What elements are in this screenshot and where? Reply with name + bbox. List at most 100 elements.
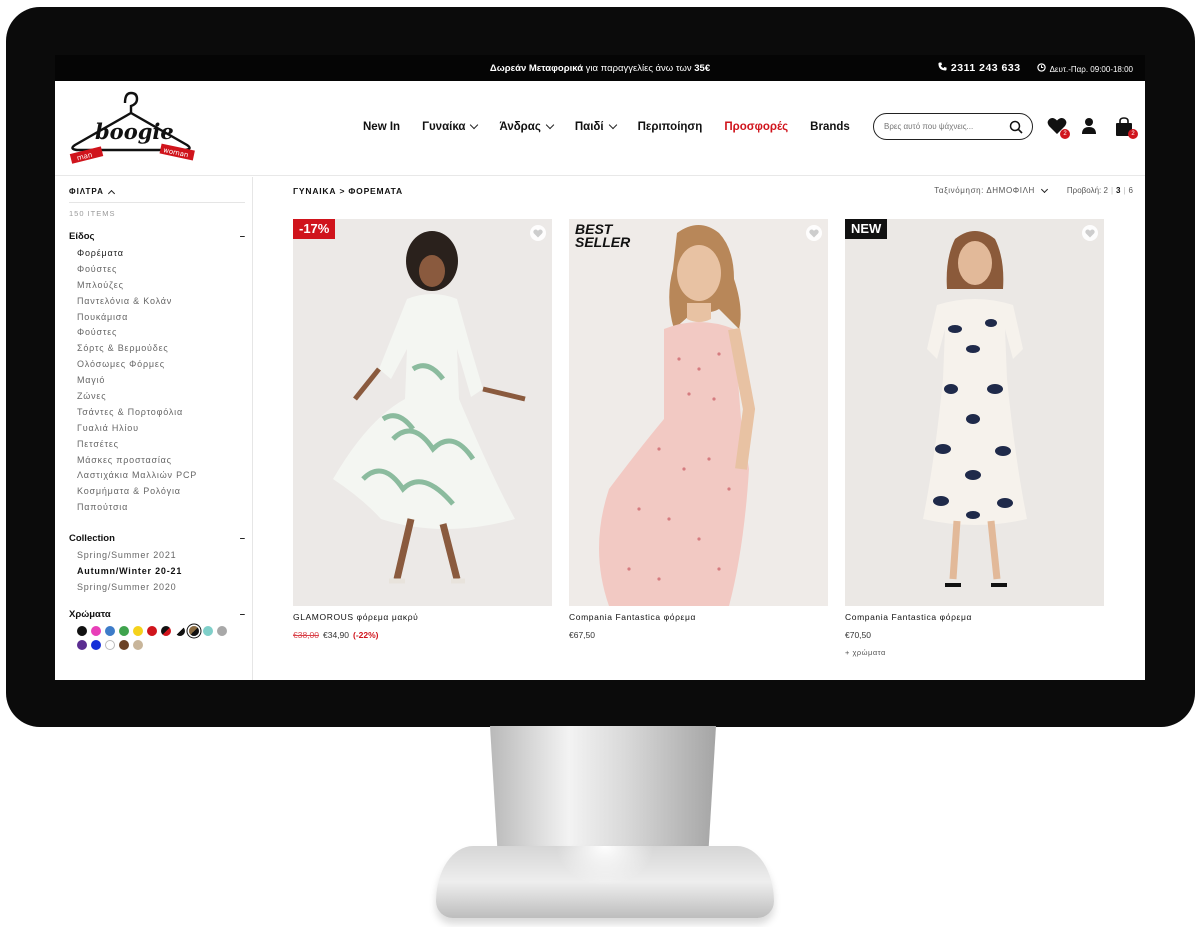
site-header: boogie man woman New In Γυναίκα Άνδρας Π… [55,81,1145,176]
filter-option[interactable]: Παπούτσια [77,502,252,518]
nav-label: Γυναίκα [422,121,466,133]
color-swatch[interactable] [105,625,115,636]
filter-option[interactable]: Μπλούζες [77,280,252,296]
filter-option[interactable]: Σόρτς & Βερμούδες [77,343,252,359]
wishlist-button[interactable]: 2 [1047,117,1070,139]
filter-option[interactable]: Φούστες [77,327,252,343]
color-swatch[interactable] [189,625,199,636]
divider [69,202,245,203]
add-to-wishlist-heart-icon[interactable] [530,225,546,241]
search-icon[interactable] [1009,120,1023,134]
product-price: €67,50 [569,630,828,640]
view-option-3[interactable]: 3 [1116,186,1120,195]
product-image[interactable]: BEST SELLER [569,219,828,606]
filter-option[interactable]: Ολόσωμες Φόρμες [77,359,252,375]
nav-item-men[interactable]: Άνδρας [499,120,555,133]
filter-option[interactable]: Τσάντες & Πορτοφόλια [77,407,252,423]
chevron-down-icon [545,120,555,130]
nav-label: Άνδρας [499,121,541,133]
logo-woman: woman [162,146,189,159]
nav-item-brands[interactable]: Brands [810,121,850,133]
current-price: €70,50 [845,630,871,640]
product-price: €38,00 €34,90 (-22%) [293,630,552,640]
current-price: €34,90 [323,630,349,640]
color-swatch[interactable] [147,625,157,636]
product-name[interactable]: Compania Fantastica φόρεμα [569,612,828,622]
opening-hours: Δευτ.-Παρ. 09:00-18:00 [1036,62,1133,74]
color-swatch[interactable] [119,639,129,650]
nav-item-offers[interactable]: Προσφορές [724,121,788,133]
logo-text: boogie [95,119,174,144]
color-swatch[interactable] [77,625,87,636]
color-swatch[interactable] [175,625,185,636]
search-box [873,113,1033,140]
filter-option[interactable]: Φορέματα [77,248,252,264]
filter-option[interactable]: Μάσκες προστασίας [77,455,252,471]
add-to-wishlist-heart-icon[interactable] [806,225,822,241]
color-swatch[interactable] [161,625,171,636]
color-swatch[interactable] [91,639,101,650]
product-name[interactable]: GLAMOROUS φόρεμα μακρύ [293,612,552,622]
cart-button[interactable]: 2 [1115,117,1138,139]
color-swatch[interactable] [133,639,143,650]
filter-option[interactable]: Ζώνες [77,391,252,407]
color-swatch[interactable] [203,625,213,636]
account-button[interactable] [1081,117,1101,137]
cart-count-badge: 2 [1128,129,1138,139]
view-option-2[interactable]: 2 [1103,186,1107,195]
filter-option[interactable]: Φούστες [77,264,252,280]
filter-option[interactable]: Autumn/Winter 20-21 [77,566,252,582]
boogie-logo[interactable]: boogie man woman [65,89,195,169]
filter-group-colors-header[interactable]: Χρώματα – [69,609,245,620]
filters-toggle[interactable]: ΦΙΛΤΡΑ [69,187,252,197]
discount-percent: (-22%) [353,630,379,640]
color-swatch[interactable] [133,625,143,636]
nav-item-kids[interactable]: Παιδί [575,120,617,133]
dress-photo-illustration [293,219,552,606]
product-image[interactable]: NEW [845,219,1104,606]
header-icons: 2 2 [1047,117,1138,139]
listing-toolbar: Ταξινόμηση: ΔΗΜΟΦΙΛΗ Προβολή: 2 | 3 | 6 [934,185,1133,195]
color-swatch[interactable] [217,625,227,636]
filter-group-type-header[interactable]: Είδος – [69,231,245,242]
filter-option[interactable]: Γυαλιά Ηλίου [77,423,252,439]
filter-option[interactable]: Παντελόνια & Κολάν [77,296,252,312]
filters-title: ΦΙΛΤΡΑ [69,187,104,196]
top-announcement-bar: Δωρεάν Μεταφορικά για παραγγελίες άνω τω… [55,55,1145,81]
add-to-wishlist-heart-icon[interactable] [1082,225,1098,241]
main-navigation: New In Γυναίκα Άνδρας Παιδί Περιποίηση Π… [363,120,872,133]
contact-info: 2311 243 633 Δευτ.-Παρ. 09:00-18:00 [938,62,1133,74]
more-colors-link[interactable]: + χρώματα [845,648,1104,657]
product-name[interactable]: Compania Fantastica φόρεμα [845,612,1104,622]
color-swatch[interactable] [105,639,115,650]
view-option-6[interactable]: 6 [1129,186,1133,195]
sort-dropdown[interactable]: Ταξινόμηση: ΔΗΜΟΦΙΛΗ [934,185,1048,195]
color-swatch[interactable] [91,625,101,636]
nav-item-care[interactable]: Περιποίηση [638,121,703,133]
filter-group-title: Είδος [69,231,95,242]
filter-option[interactable]: Πετσέτες [77,439,252,455]
product-card[interactable]: -17% GLAMOROUS φόρεμα μακρύ €38,00 €34,9… [293,219,552,657]
monitor-stand-base [436,846,774,918]
product-image[interactable]: -17% [293,219,552,606]
nav-item-new-in[interactable]: New In [363,121,400,133]
chevron-down-icon [470,120,479,130]
filter-group-collection-header[interactable]: Collection – [69,533,245,544]
nav-item-women[interactable]: Γυναίκα [422,120,479,133]
breadcrumb[interactable]: ΓΥΝΑΙΚΑ > ΦΟΡΕΜΑΤΑ [293,186,403,196]
filter-group-title: Χρώματα [69,608,111,620]
filter-option[interactable]: Spring/Summer 2020 [77,582,252,598]
filter-option[interactable]: Spring/Summer 2021 [77,550,252,566]
product-card[interactable]: BEST SELLER Compania Fantastica φόρεμα €6… [569,219,828,657]
phone-link[interactable]: 2311 243 633 [938,62,1021,74]
filter-option[interactable]: Κοσμήματα & Ρολόγια [77,486,252,502]
browser-screen: Δωρεάν Μεταφορικά για παραγγελίες άνω τω… [55,55,1145,680]
filter-option[interactable]: Πουκάμισα [77,312,252,328]
color-swatch[interactable] [77,639,87,650]
bestseller-badge: BEST SELLER [575,222,630,249]
filter-option[interactable]: Λαστιχάκια Μαλλιών PCP [77,470,252,486]
filter-option[interactable]: Μαγιό [77,375,252,391]
color-swatch[interactable] [119,625,129,636]
search-input[interactable] [884,122,1004,131]
product-card[interactable]: NEW Compania Fantastica φόρεμα €70,50 + … [845,219,1104,657]
